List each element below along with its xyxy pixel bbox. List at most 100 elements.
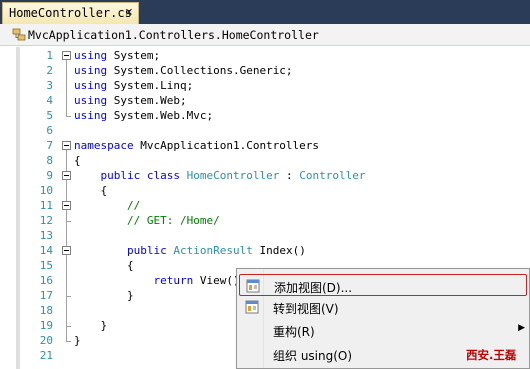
code-line[interactable]: { xyxy=(74,258,134,273)
line-number: 20 xyxy=(39,334,53,347)
code-token: System.Web.Mvc; xyxy=(107,109,214,122)
menu-item-refactor[interactable]: 重构(R) ▶ xyxy=(239,319,527,341)
code-line[interactable]: { xyxy=(74,153,81,168)
line-number: 4 xyxy=(46,94,53,107)
line-number: 17 xyxy=(39,289,53,302)
code-token: } xyxy=(74,334,81,347)
line-number: 6 xyxy=(46,124,53,137)
line-number: 3 xyxy=(46,79,53,92)
line-number: 2 xyxy=(46,64,53,77)
code-line[interactable]: } xyxy=(74,318,107,333)
code-line[interactable]: using System.Linq; xyxy=(74,78,193,93)
collapse-region-icon[interactable] xyxy=(62,141,71,150)
code-line[interactable]: } xyxy=(74,333,81,348)
document-tab-bar: HomeController.cs × xyxy=(0,0,530,24)
line-number: 12 xyxy=(39,214,53,227)
code-token: namespace xyxy=(74,139,134,152)
code-line[interactable]: public class HomeController : Controller xyxy=(74,168,366,183)
close-icon[interactable]: × xyxy=(125,5,133,20)
outline-end xyxy=(66,296,71,297)
breadcrumb: MvcApplication1.Controllers.HomeControll… xyxy=(28,28,319,42)
tab-title: HomeController.cs xyxy=(9,6,132,20)
submenu-arrow-icon: ▶ xyxy=(518,323,525,333)
line-number: 21 xyxy=(39,349,53,362)
class-icon xyxy=(12,28,26,41)
code-token: HomeController xyxy=(186,169,280,182)
code-line[interactable]: // GET: /Home/ xyxy=(74,213,220,228)
menu-item-add-view[interactable]: 添加视图(D)... xyxy=(239,274,527,296)
code-line[interactable]: namespace MvcApplication1.Controllers xyxy=(74,138,319,153)
code-token: Index() xyxy=(252,244,306,257)
line-number: 13 xyxy=(39,229,53,242)
code-token: MvcApplication1.Controllers xyxy=(133,139,320,152)
go-to-view-icon xyxy=(245,300,259,314)
code-token: } xyxy=(74,289,134,302)
line-number: 1 xyxy=(46,49,53,62)
code-token: using xyxy=(74,79,108,92)
code-token: System.Linq; xyxy=(107,79,194,92)
code-token: public xyxy=(100,169,141,182)
line-number: 7 xyxy=(46,139,53,152)
collapse-region-icon[interactable] xyxy=(62,246,71,255)
code-token: // GET: /Home/ xyxy=(74,214,220,227)
navigation-bar[interactable]: MvcApplication1.Controllers.HomeControll… xyxy=(0,24,530,46)
add-view-icon xyxy=(246,279,260,293)
line-number: 19 xyxy=(39,319,53,332)
code-line[interactable]: { xyxy=(74,183,107,198)
line-number: 11 xyxy=(39,199,53,212)
outline-end xyxy=(66,326,71,327)
line-number: 18 xyxy=(39,304,53,317)
tab-homecontroller[interactable]: HomeController.cs × xyxy=(2,2,139,24)
line-number: 5 xyxy=(46,109,53,122)
code-token: : xyxy=(279,169,300,182)
code-line[interactable]: using System.Collections.Generic; xyxy=(74,63,293,78)
menu-item-label: 添加视图(D)... xyxy=(274,281,353,295)
code-token: { xyxy=(74,154,81,167)
code-token: return xyxy=(153,274,194,287)
line-number: 10 xyxy=(39,184,53,197)
menu-item-label: 重构(R) xyxy=(273,325,315,339)
code-line[interactable]: using System; xyxy=(74,48,160,63)
code-token: using xyxy=(74,49,108,62)
line-number: 15 xyxy=(39,259,53,272)
code-token: System; xyxy=(107,49,161,62)
code-token: public xyxy=(126,244,167,257)
menu-item-label: 转到视图(V) xyxy=(273,302,339,316)
code-token: System.Collections.Generic; xyxy=(107,64,293,77)
code-token: using xyxy=(74,94,108,107)
code-token: { xyxy=(74,184,108,197)
outline-end xyxy=(66,341,71,342)
watermark: 西安.王磊 xyxy=(466,348,517,362)
code-token: Controller xyxy=(299,169,366,182)
collapse-region-icon[interactable] xyxy=(62,51,71,60)
code-line[interactable]: using System.Web; xyxy=(74,93,187,108)
line-number: 16 xyxy=(39,274,53,287)
outline-end xyxy=(66,116,71,117)
collapse-region-icon[interactable] xyxy=(62,201,71,210)
line-number: 8 xyxy=(46,154,53,167)
outline-guide xyxy=(66,60,67,116)
code-line[interactable]: return View(); xyxy=(74,273,246,288)
code-token: System.Web; xyxy=(107,94,187,107)
line-number: 14 xyxy=(39,244,53,257)
code-token: ActionResult xyxy=(173,244,253,257)
line-number: 9 xyxy=(46,169,53,182)
code-token: using xyxy=(74,109,108,122)
code-token: class xyxy=(146,169,180,182)
code-token: { xyxy=(74,259,134,272)
code-line[interactable]: using System.Web.Mvc; xyxy=(74,108,213,123)
collapse-region-icon[interactable] xyxy=(62,171,71,180)
code-line[interactable]: public ActionResult Index() xyxy=(74,243,306,258)
code-token: // xyxy=(74,199,141,212)
code-token: } xyxy=(74,319,108,332)
menu-item-go-to-view[interactable]: 转到视图(V) xyxy=(239,296,527,318)
outline-end xyxy=(66,221,71,222)
code-line[interactable]: } xyxy=(74,288,134,303)
code-line[interactable]: // xyxy=(74,198,140,213)
line-number-gutter: 1 2 3 4 5 6 7 8 9 10 11 12 13 14 15 16 17 18 19 20 21 xyxy=(0,47,58,369)
